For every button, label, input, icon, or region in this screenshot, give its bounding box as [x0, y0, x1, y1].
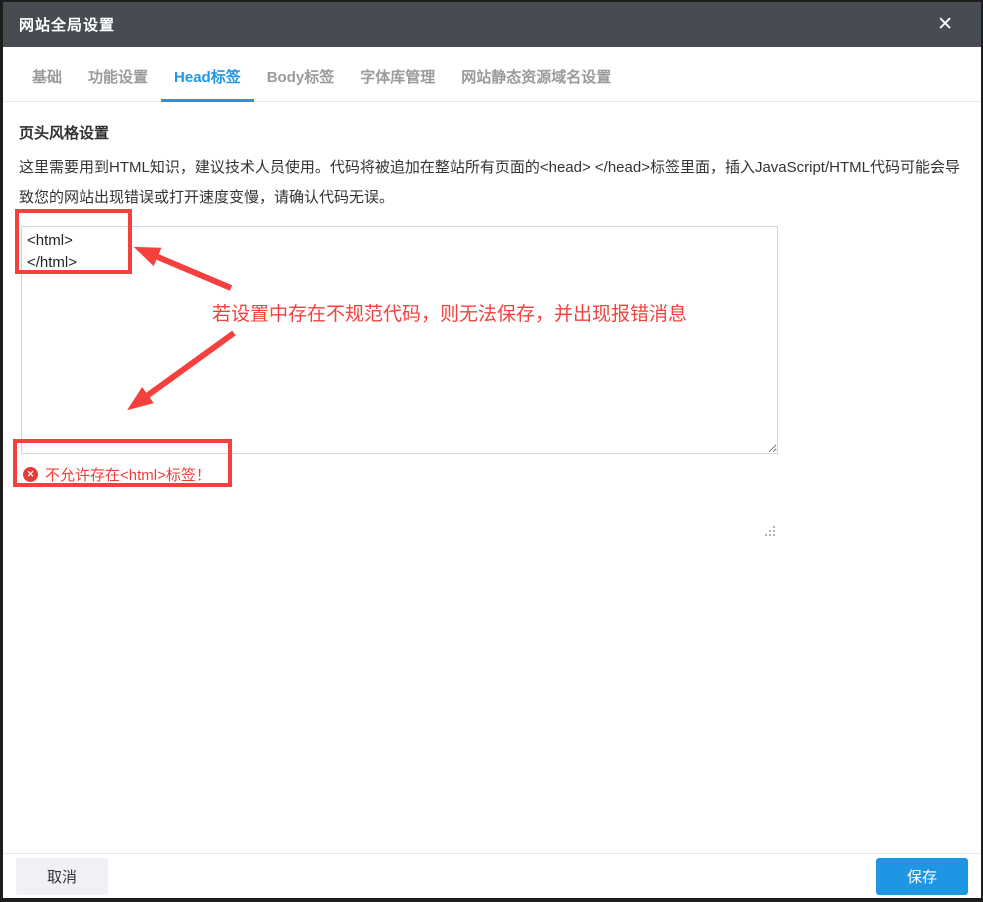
validation-error: ✕ 不允许存在<html>标签！ — [23, 464, 981, 485]
tab-function-settings[interactable]: 功能设置 — [75, 50, 161, 102]
tab-font-library[interactable]: 字体库管理 — [347, 50, 448, 102]
tab-static-resource-domain[interactable]: 网站静态资源域名设置 — [448, 50, 624, 102]
dialog-title: 网站全局设置 — [19, 17, 116, 34]
textarea-resize-grip-icon[interactable] — [765, 525, 776, 536]
section-description: 这里需要用到HTML知识，建议技术人员使用。代码将被追加在整站所有页面的<hea… — [19, 159, 960, 206]
site-global-settings-dialog: 网站全局设置 ✕ 基础 功能设置 Head标签 Body标签 字体库管理 网站静… — [0, 0, 983, 902]
settings-tabbar: 基础 功能设置 Head标签 Body标签 字体库管理 网站静态资源域名设置 — [3, 47, 981, 102]
tab-body-tag[interactable]: Body标签 — [254, 50, 348, 102]
dialog-titlebar: 网站全局设置 ✕ — [3, 2, 981, 47]
dialog-footer: 取消 保存 — [3, 853, 981, 898]
tab-basic[interactable]: 基础 — [19, 50, 75, 102]
head-code-textarea[interactable]: <html> </html> — [21, 226, 778, 454]
close-icon[interactable]: ✕ — [931, 11, 959, 38]
tab-panel-head-tag: 页头风格设置 这里需要用到HTML知识，建议技术人员使用。代码将被追加在整站所有… — [3, 102, 981, 853]
tab-head-tag[interactable]: Head标签 — [161, 50, 254, 102]
cancel-button[interactable]: 取消 — [16, 857, 109, 895]
error-message: 不允许存在<html>标签！ — [45, 467, 211, 484]
error-circle-x-icon: ✕ — [23, 467, 38, 482]
section-title: 页头风格设置 — [19, 125, 110, 142]
save-button[interactable]: 保存 — [875, 857, 968, 895]
